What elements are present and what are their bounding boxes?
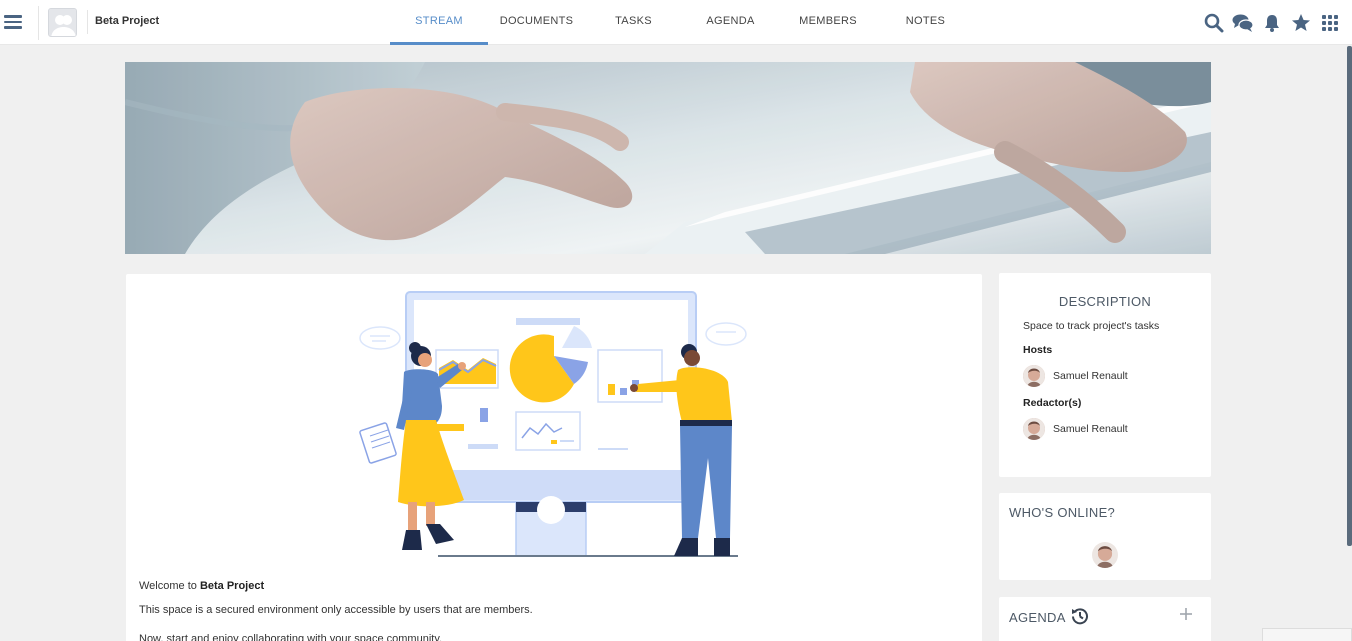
description-text: Space to track project's tasks <box>1023 320 1160 332</box>
redactor-item[interactable]: Samuel Renault <box>1023 418 1128 440</box>
avatar <box>1023 365 1045 387</box>
history-icon[interactable] <box>1071 607 1089 625</box>
hosts-label: Hosts <box>1023 344 1053 356</box>
apps-grid-icon[interactable] <box>1315 12 1344 34</box>
description-title: DESCRIPTION <box>1058 294 1152 309</box>
top-navigation-bar: Beta Project STREAM DOCUMENTS TASKS AGEN… <box>0 0 1352 45</box>
host-name: Samuel Renault <box>1053 370 1128 382</box>
chat-icon[interactable] <box>1228 12 1257 34</box>
tab-stream[interactable]: STREAM <box>390 0 488 45</box>
add-event-icon[interactable] <box>1179 606 1195 624</box>
tab-members[interactable]: MEMBERS <box>779 0 877 45</box>
tab-documents[interactable]: DOCUMENTS <box>488 0 585 45</box>
space-tabs: STREAM DOCUMENTS TASKS AGENDA MEMBERS NO… <box>390 0 974 45</box>
redactors-label: Redactor(s) <box>1023 397 1082 409</box>
collaboration-illustration <box>308 288 798 574</box>
welcome-paragraph: Now, start and enjoy collaborating with … <box>139 633 443 641</box>
bell-icon[interactable] <box>1257 12 1286 34</box>
space-banner-image <box>125 62 1211 254</box>
host-item[interactable]: Samuel Renault <box>1023 365 1128 387</box>
welcome-space-name: Beta Project <box>199 580 265 592</box>
welcome-card: Welcome to Beta Project This space is a … <box>126 274 982 641</box>
whos-online-title: WHO'S ONLINE? <box>1009 505 1116 520</box>
online-user-avatar[interactable] <box>1092 542 1118 568</box>
menu-icon[interactable] <box>4 12 24 32</box>
top-icons <box>1199 12 1344 34</box>
page-scrollbar[interactable] <box>1347 46 1352 546</box>
redactor-name: Samuel Renault <box>1053 423 1128 435</box>
whos-online-card: WHO'S ONLINE? <box>999 493 1211 580</box>
agenda-card: AGENDA <box>999 597 1211 641</box>
tab-tasks[interactable]: TASKS <box>585 0 682 45</box>
star-icon[interactable] <box>1286 12 1315 34</box>
welcome-prefix: Welcome to <box>139 580 200 592</box>
avatar <box>1023 418 1045 440</box>
tab-notes[interactable]: NOTES <box>877 0 974 45</box>
tab-agenda[interactable]: AGENDA <box>682 0 779 45</box>
divider <box>87 10 88 34</box>
welcome-paragraph: This space is a secured environment only… <box>139 604 533 616</box>
welcome-message: Welcome to Beta Project <box>139 580 264 592</box>
search-icon[interactable] <box>1199 12 1228 34</box>
divider <box>38 6 39 40</box>
space-title[interactable]: Beta Project <box>95 15 159 27</box>
space-avatar[interactable] <box>48 8 77 37</box>
corner-widget[interactable] <box>1262 628 1352 641</box>
agenda-title: AGENDA <box>1009 610 1066 625</box>
description-card: DESCRIPTION Space to track project's tas… <box>999 273 1211 477</box>
